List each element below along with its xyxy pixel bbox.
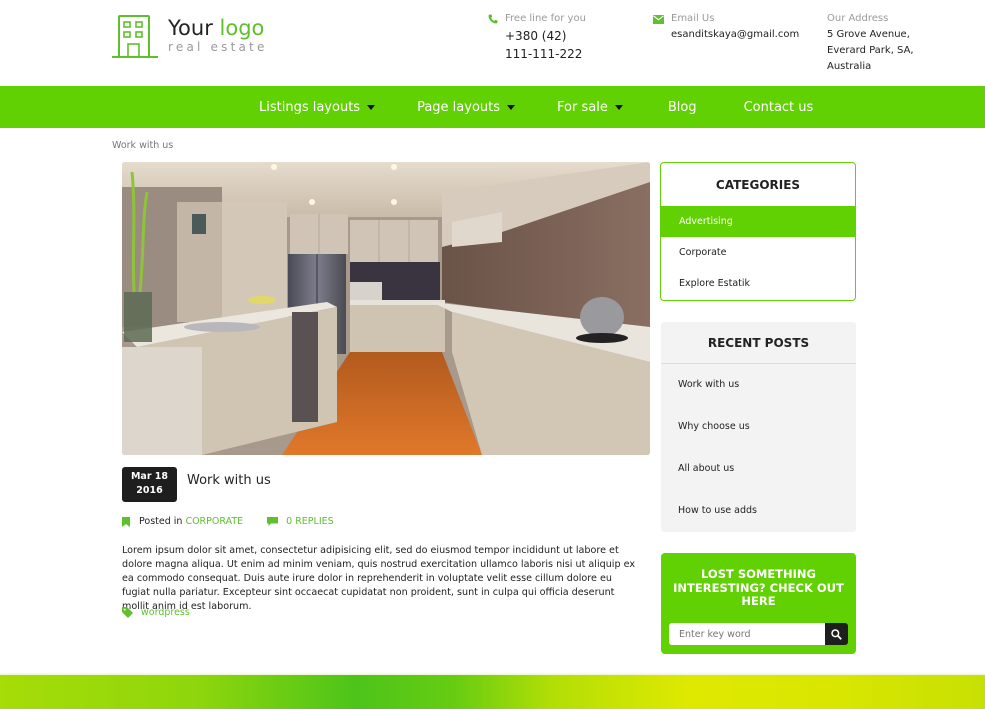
bookmark-icon	[122, 516, 130, 527]
tag-icon	[122, 607, 133, 618]
recent-posts-title: RECENT POSTS	[661, 322, 856, 364]
post-date-day: Mar 18	[130, 471, 169, 482]
nav-item-label: Page layouts	[417, 99, 501, 115]
envelope-icon	[653, 14, 664, 24]
post-date-badge: Mar 18 2016	[122, 467, 177, 502]
recent-post-link[interactable]: Why choose us	[661, 406, 856, 448]
kitchen-image	[122, 162, 650, 455]
category-item-corporate[interactable]: Corporate	[661, 237, 855, 268]
post-featured-image	[122, 162, 650, 455]
phone-number-line1: +380 (42)	[505, 29, 567, 43]
comment-icon	[267, 517, 279, 526]
category-item-advertising[interactable]: Advertising	[661, 206, 855, 237]
nav-item-for-sale[interactable]: For sale	[557, 100, 623, 115]
contact-address: Our Address 5 Grove Avenue, Everard Park…	[827, 12, 914, 74]
contact-email: Email Us esanditskaya@gmail.com	[653, 12, 799, 42]
search-button[interactable]	[825, 623, 848, 645]
main-nav: Listings layouts Page layouts For sale B…	[0, 86, 985, 128]
nav-item-contact-us[interactable]: Contact us	[744, 100, 814, 115]
logo-title: Your logo	[168, 16, 268, 40]
recent-post-link[interactable]: All about us	[661, 448, 856, 490]
logo-subtitle: real estate	[168, 40, 268, 54]
address-label: Our Address	[827, 13, 889, 24]
caret-down-icon	[507, 104, 516, 110]
categories-widget: CATEGORIES Advertising Corporate Explore…	[660, 162, 856, 301]
post-date-year: 2016	[136, 485, 163, 496]
recent-posts-widget: RECENT POSTS Work with us Why choose us …	[661, 322, 856, 532]
logo-title-accent: logo	[219, 16, 265, 40]
search-icon	[831, 628, 842, 640]
email-address[interactable]: esanditskaya@gmail.com	[653, 28, 799, 42]
nav-item-label: For sale	[557, 99, 608, 115]
caret-down-icon	[367, 104, 376, 110]
nav-item-listings-layouts[interactable]: Listings layouts	[259, 99, 376, 115]
nav-item-label: Listings layouts	[259, 99, 361, 115]
breadcrumb: Work with us	[112, 140, 174, 151]
post-category-link[interactable]: CORPORATE	[185, 516, 243, 527]
email-label: Email Us	[671, 13, 715, 24]
footer-band	[0, 675, 985, 709]
nav-item-blog[interactable]: Blog	[668, 100, 697, 115]
address-line1: 5 Grove Avenue,	[827, 29, 910, 40]
contact-phone: Free line for you +380 (42) 111-111-222	[488, 12, 586, 62]
post-replies-link[interactable]: 0 REPLIES	[286, 516, 334, 527]
nav-item-page-layouts[interactable]: Page layouts	[417, 99, 516, 115]
post-meta: Posted in CORPORATE 0 REPLIES	[122, 516, 334, 527]
caret-down-icon	[614, 104, 623, 110]
search-input[interactable]	[669, 623, 826, 645]
search-widget: LOST SOMETHING INTERESTING? CHECK OUT HE…	[661, 553, 856, 654]
building-icon	[112, 15, 158, 58]
phone-icon	[488, 14, 498, 24]
tag-link-wordpress[interactable]: wordpress	[141, 607, 190, 618]
site-logo[interactable]: Your logo real estate	[112, 14, 268, 58]
recent-post-link[interactable]: How to use adds	[661, 490, 856, 532]
logo-title-main: Your	[168, 16, 213, 40]
post-tags: wordpress	[122, 607, 190, 618]
nav-item-label: Contact us	[743, 99, 814, 115]
nav-item-label: Blog	[667, 99, 697, 115]
search-widget-title: LOST SOMETHING INTERESTING? CHECK OUT HE…	[673, 567, 844, 608]
post-title: Work with us	[187, 473, 271, 488]
category-item-explore-estatik[interactable]: Explore Estatik	[661, 268, 855, 299]
categories-title: CATEGORIES	[715, 178, 801, 192]
phone-number-line2: 111-111-222	[505, 47, 583, 61]
address-line3: Australia	[827, 61, 872, 72]
posted-in-label: Posted in	[139, 516, 183, 527]
recent-post-link[interactable]: Work with us	[661, 364, 856, 406]
post-body: Lorem ipsum dolor sit amet, consectetur …	[122, 545, 636, 612]
phone-label: Free line for you	[505, 13, 586, 24]
address-line2: Everard Park, SA,	[827, 45, 914, 56]
